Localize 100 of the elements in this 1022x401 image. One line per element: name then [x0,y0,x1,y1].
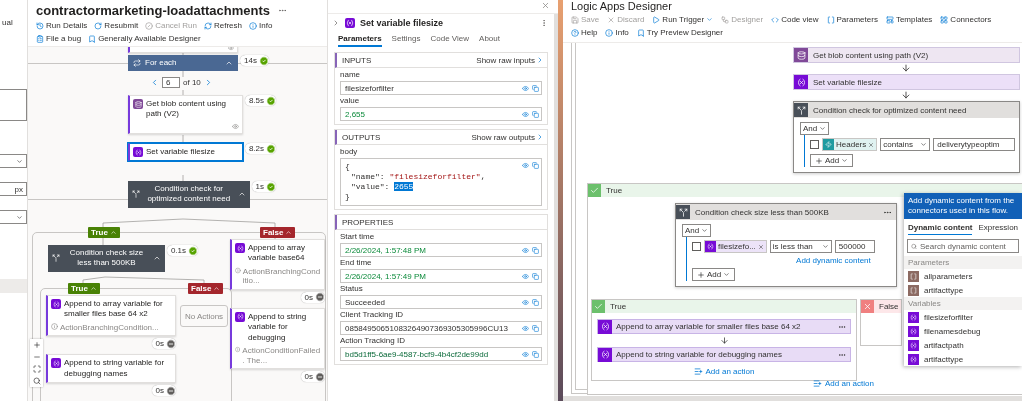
view-icon[interactable] [522,162,529,169]
operator-select[interactable]: And [800,122,830,135]
branch-toggle[interactable]: True [68,283,100,294]
close-icon[interactable] [541,1,550,10]
view-icon[interactable] [522,111,529,118]
search-button[interactable] [30,375,43,387]
value-field[interactable]: 500000 [834,240,875,253]
tab[interactable]: Dynamic content [908,223,973,235]
token-chip[interactable]: filesizefo... [704,240,767,253]
dropdown-field[interactable] [0,210,27,224]
field-value: 08584950651083264907369305305996CU13 [345,323,508,333]
checkbox[interactable] [810,140,819,149]
toolbar-button[interactable]: Generally Available Designer [88,33,201,44]
tab[interactable]: Expression [978,223,1019,235]
toolbar-button[interactable]: Templates [885,14,933,25]
view-icon[interactable] [522,85,529,92]
page-input[interactable]: 6 [162,77,180,88]
tab[interactable]: About [479,34,500,47]
view-icon[interactable] [522,325,529,332]
add-dynamic-content-link[interactable]: Add dynamic content [796,256,871,265]
view-icon[interactable] [522,299,529,306]
loop-header[interactable]: For each [128,55,238,71]
dynamic-content-item[interactable]: artifacttype [904,283,1022,297]
toolbar-button[interactable]: Parameters [826,14,878,25]
action-card[interactable]: Append to string variable for debugging ActionConditionFailed. The... [230,307,325,370]
action-card[interactable]: Append to string variable for debugging names [597,347,851,362]
copy-icon[interactable] [532,325,539,332]
copy-icon[interactable] [532,351,539,358]
dynamic-content-item[interactable]: artifacttype [904,352,1022,366]
dynamic-content-item[interactable]: filenamesdebug [904,324,1022,338]
view-icon[interactable] [522,247,529,254]
previous-icon[interactable] [150,78,159,87]
action-card[interactable]: Append to array variable for smaller files base 64 x2 [597,319,851,334]
add-button[interactable]: Add [810,154,854,167]
token-chip[interactable]: Headers [822,138,878,151]
toolbar-button[interactable]: Run Details [36,20,88,31]
operator-select[interactable]: And [682,224,712,237]
value-field[interactable]: deliverytypeoptim [933,138,1016,151]
text-area-field[interactable] [0,89,27,121]
remove-icon[interactable] [757,243,764,250]
template-icon [885,15,894,24]
toolbar-button[interactable]: Connectors [940,14,992,25]
action-card[interactable]: Get blob content using path (V2) [793,47,1020,63]
add-action-link[interactable]: Add an action [693,367,755,376]
copy-icon[interactable] [532,299,539,306]
comparison-select[interactable]: contains [880,138,931,151]
more-icon[interactable] [540,19,548,27]
action-card[interactable]: Set variable filesize [793,74,1020,90]
toolbar-button[interactable]: Run Trigger [652,14,714,25]
toolbar-button[interactable]: Try Preview Designer [636,27,723,38]
zoom-out-button[interactable] [30,351,43,363]
copy-icon[interactable] [532,85,539,92]
toolbar-button[interactable]: Code view [771,14,819,25]
view-icon[interactable] [522,351,529,358]
condition-card[interactable]: Condition check size less than 500KB And filesizefo... is less than 500000 Add dynamic content Add [675,203,897,287]
condition-card[interactable]: Condition check size less than 500KB [48,245,165,272]
copy-icon[interactable] [532,162,539,169]
dynamic-content-item[interactable]: filesizeforfilter [904,310,1022,324]
dynamic-content-item[interactable]: allparameters [904,269,1022,283]
dynamic-content-item[interactable]: artifactpath [904,338,1022,352]
plus-icon [697,270,705,279]
action-card[interactable]: Append to array variable base64 ActionBranchingConditio... [230,239,325,290]
checkbox[interactable] [692,242,701,251]
variable-icon [235,243,245,253]
remove-icon[interactable] [868,141,875,148]
add-button[interactable]: Add [692,268,736,281]
toolbar-button[interactable]: Info [605,27,629,38]
comparison-select[interactable]: is less than [769,240,832,253]
input-field[interactable]: px [0,182,27,196]
copy-icon[interactable] [532,111,539,118]
action-card[interactable]: Append to string variable for debugging names [46,354,176,384]
toolbar-button[interactable]: File a bug [36,33,82,44]
action-card[interactable]: Append to array variable for smaller files base 64 x2 ActionBranchingCondition... [46,295,176,337]
arrow-icon [901,90,911,100]
fit-view-button[interactable] [30,363,43,375]
connector-line [182,89,184,96]
toolbar-button[interactable]: Help [571,27,598,38]
toolbar-button[interactable]: Refresh [203,20,242,31]
toolbar-button[interactable]: Info [249,20,273,31]
zoom-in-button[interactable] [30,339,43,351]
show-raw-link[interactable]: Show raw outputs [471,132,544,142]
branch-toggle[interactable]: False [260,227,296,238]
search-field[interactable]: Search dynamic content [907,239,1019,253]
action-card[interactable]: Set variable filesize [128,143,243,162]
toolbar-button[interactable]: Resubmit [94,20,139,31]
view-icon[interactable] [522,273,529,280]
tab[interactable]: Code View [430,34,470,47]
condition-card[interactable]: Condition check for optimized content need And Headers contains deliverytypeoptim Add [793,101,1020,173]
copy-icon[interactable] [532,247,539,254]
dropdown-field[interactable] [0,154,27,168]
tab[interactable]: Parameters [338,34,382,47]
add-action-link[interactable]: Add an action [813,379,874,388]
condition-card[interactable]: Condition check for optimized content need [128,181,250,208]
branch-toggle[interactable]: True [88,227,120,238]
copy-icon[interactable] [532,273,539,280]
action-card[interactable]: Get blob content using path (V2) [128,95,243,134]
branch-toggle[interactable]: False [188,283,224,294]
show-raw-link[interactable]: Show raw inputs [476,55,544,65]
collapse-icon[interactable] [332,19,340,27]
tab[interactable]: Settings [391,34,421,47]
